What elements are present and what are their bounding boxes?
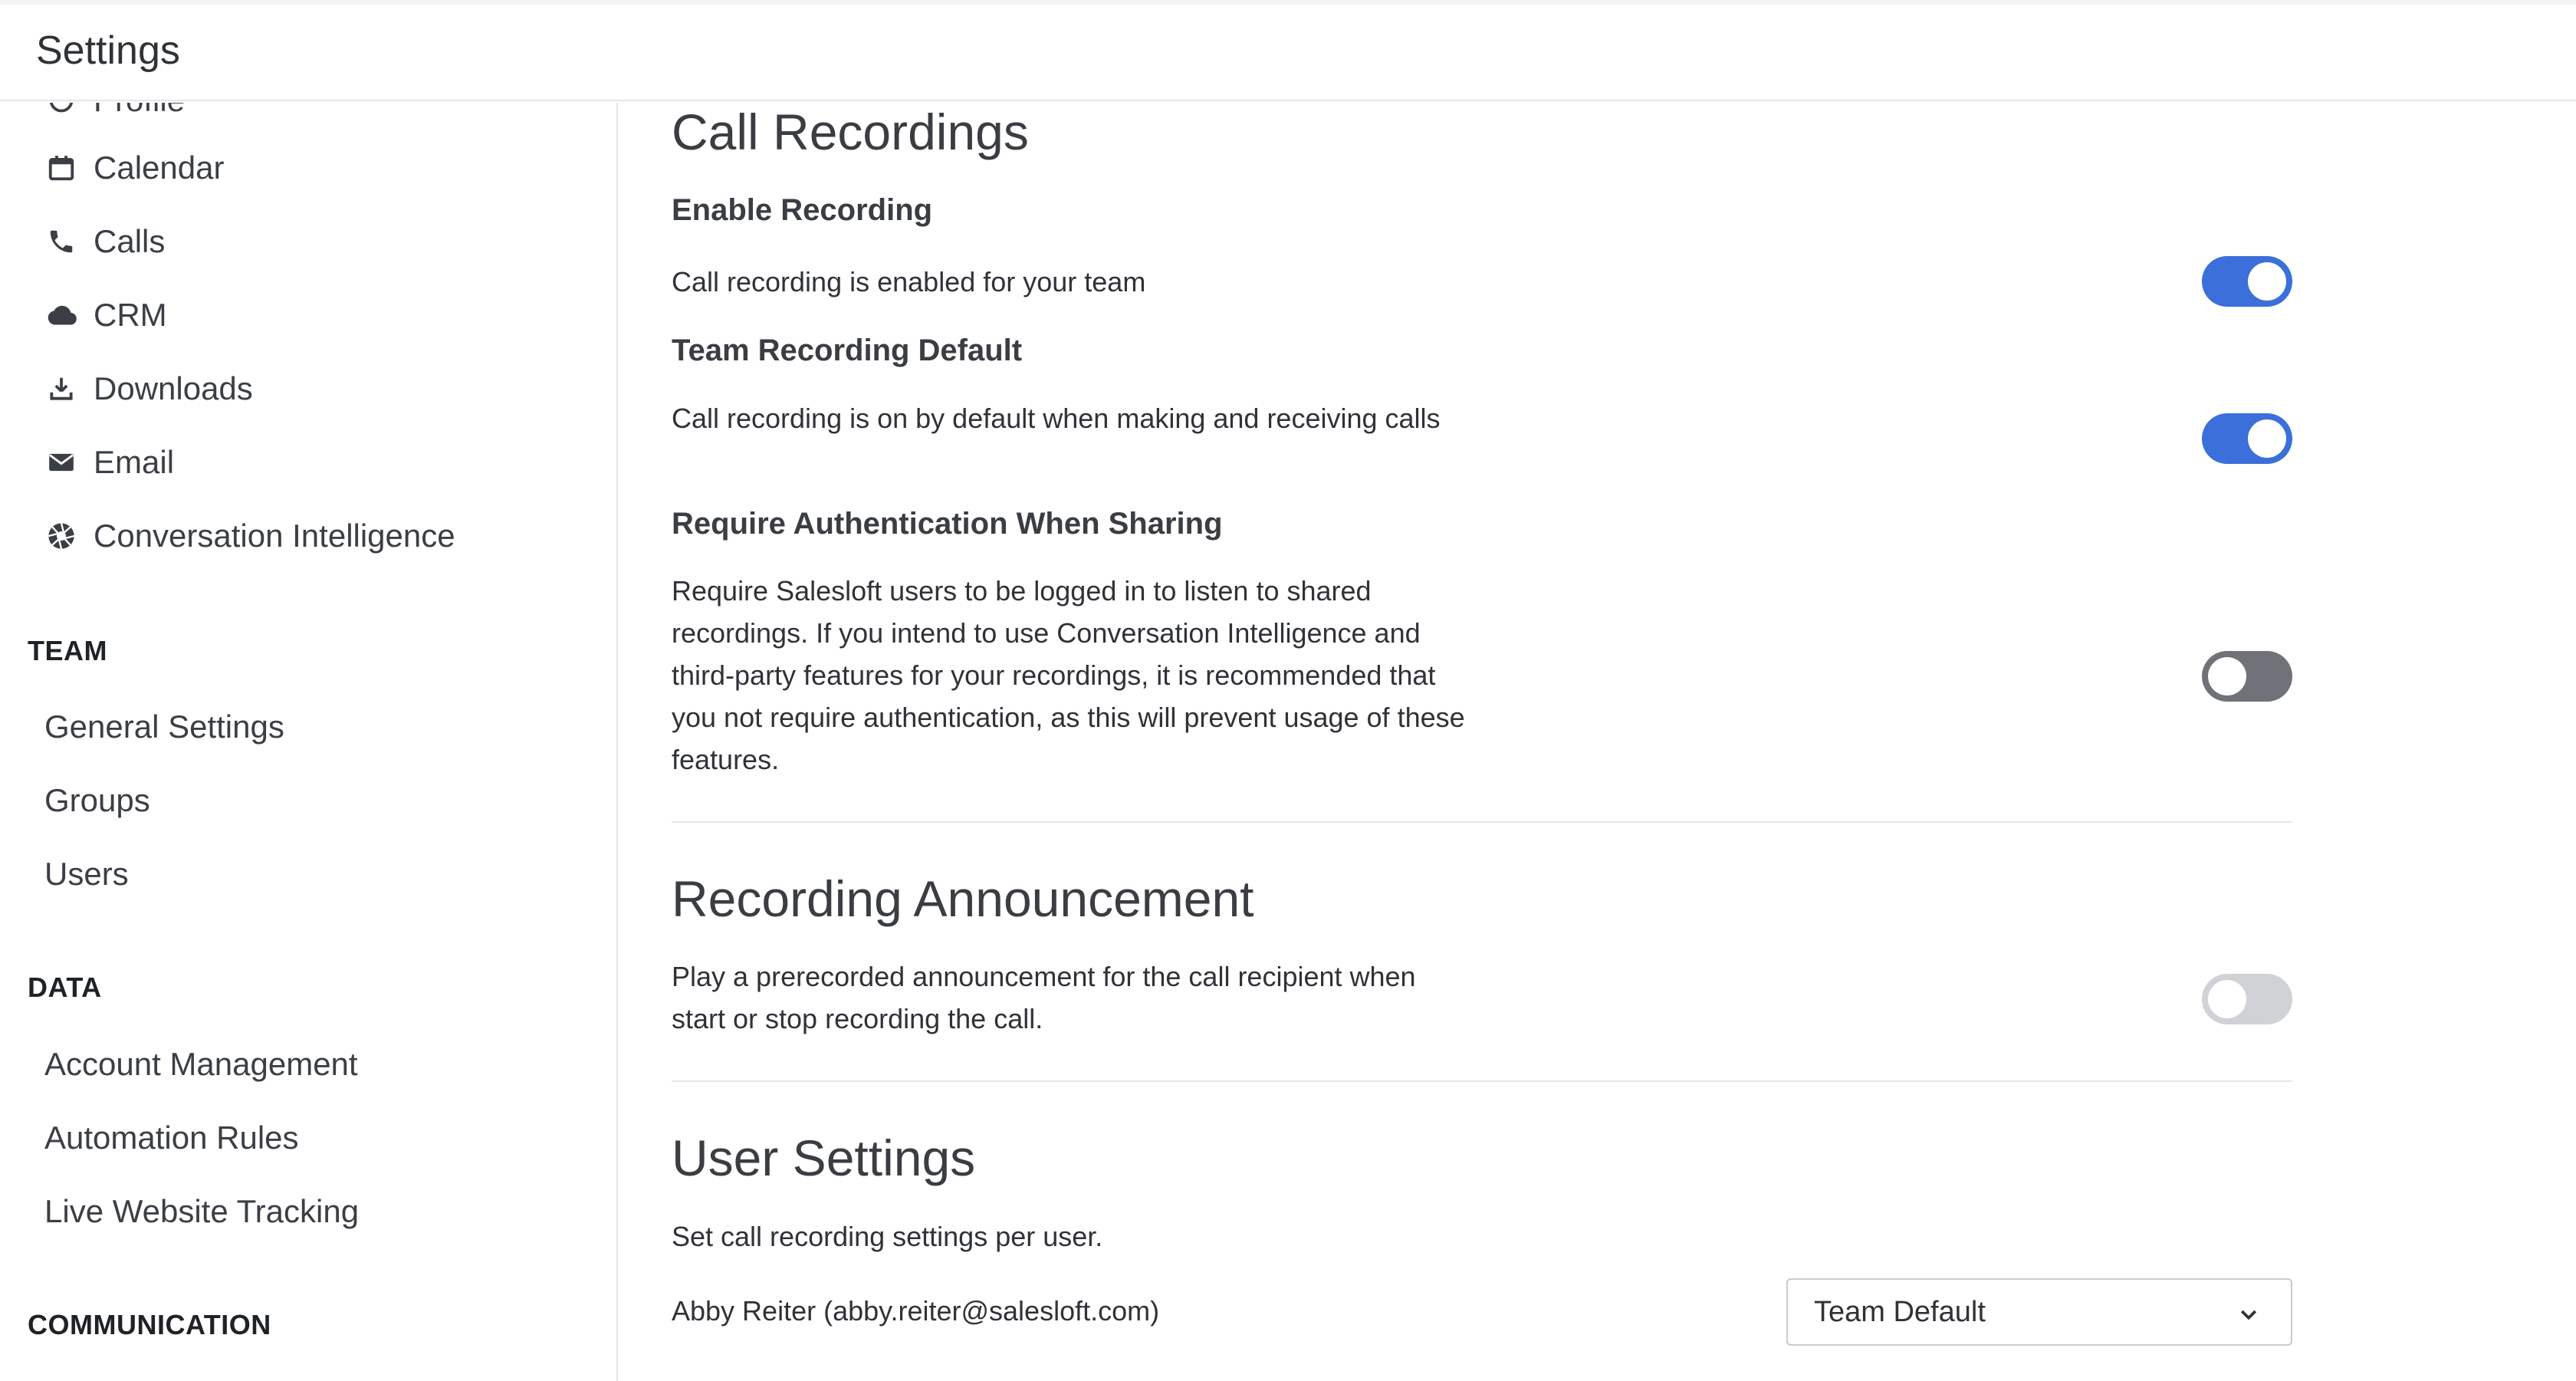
- sidebar-item-conversation-intelligence[interactable]: Conversation Intelligence: [44, 509, 455, 563]
- sidebar-item-users[interactable]: Users: [44, 847, 129, 901]
- team-recording-default-toggle[interactable]: [2202, 413, 2292, 464]
- setting-desc-enable-recording: Call recording is enabled for your team: [672, 266, 1146, 298]
- envelope-icon: [44, 446, 78, 479]
- sidebar-item-label: Calendar: [94, 150, 225, 186]
- enable-recording-toggle[interactable]: [2202, 256, 2292, 307]
- setting-title-enable-recording: Enable Recording: [672, 193, 933, 227]
- sidebar-heading-communication: COMMUNICATION: [28, 1309, 271, 1340]
- user-circle-icon: [44, 103, 78, 117]
- page-header: Settings: [0, 0, 2576, 101]
- sidebar-item-label: Profile: [94, 103, 185, 119]
- setting-desc-team-recording-default: Call recording is on by default when mak…: [672, 403, 1441, 434]
- section-divider: [672, 1080, 2292, 1082]
- sidebar-item-live-website-tracking[interactable]: Live Website Tracking: [44, 1185, 359, 1238]
- setting-desc-require-authentication: Require Salesloft users to be logged in …: [672, 575, 1465, 775]
- sidebar-item-label: Automation Rules: [44, 1120, 299, 1156]
- page-title: Settings: [36, 28, 180, 73]
- toggle-knob: [2208, 980, 2246, 1018]
- user-recording-setting-select[interactable]: Team Default: [1786, 1278, 2292, 1346]
- recording-announcement-toggle[interactable]: [2202, 974, 2292, 1024]
- sidebar-item-automation-rules[interactable]: Automation Rules: [44, 1111, 299, 1165]
- sidebar-heading-team: TEAM: [28, 635, 107, 666]
- setting-desc-recording-announcement: Play a prerecorded announcement for the …: [672, 961, 1416, 1034]
- sidebar-item-calendar[interactable]: Calendar: [44, 141, 224, 195]
- sidebar-item-label: Users: [44, 856, 129, 892]
- sidebar-item-label: Live Website Tracking: [44, 1193, 360, 1229]
- sidebar-item-crm[interactable]: CRM: [44, 288, 167, 342]
- sidebar-item-label: CRM: [94, 297, 167, 333]
- aperture-icon: [44, 519, 78, 553]
- sidebar-item-general-settings[interactable]: General Settings: [44, 700, 284, 754]
- sidebar-item-label: Conversation Intelligence: [94, 518, 455, 554]
- phone-icon: [44, 225, 78, 258]
- sidebar-item-label: Account Management: [44, 1046, 358, 1082]
- select-value: Team Default: [1814, 1295, 1986, 1328]
- setting-title-require-authentication: Require Authentication When Sharing: [672, 507, 1223, 541]
- user-row-name: Abby Reiter (abby.reiter@salesloft.com): [672, 1295, 1160, 1327]
- sidebar-heading-data: DATA: [28, 972, 102, 1003]
- sidebar-item-label: Downloads: [94, 370, 253, 406]
- chevron-down-icon: [2237, 1301, 2260, 1324]
- section-divider: [672, 821, 2292, 823]
- toggle-knob: [2208, 657, 2246, 695]
- sidebar-item-profile[interactable]: Profile: [44, 103, 185, 127]
- section-title-recording-announcement: Recording Announcement: [672, 870, 1254, 927]
- sidebar-item-account-management[interactable]: Account Management: [44, 1037, 358, 1091]
- sidebar-item-groups[interactable]: Groups: [44, 774, 150, 827]
- sidebar-item-label: General Settings: [44, 709, 284, 745]
- sidebar-item-email[interactable]: Email: [44, 436, 174, 489]
- cloud-icon: [44, 298, 78, 332]
- sidebar-item-downloads[interactable]: Downloads: [44, 362, 253, 416]
- toggle-knob: [2248, 262, 2286, 301]
- sidebar[interactable]: Profile Calendar Calls CRM Downloads Ema…: [0, 103, 618, 1381]
- section-title-call-recordings: Call Recordings: [672, 104, 1029, 160]
- sidebar-item-label: Calls: [94, 223, 166, 259]
- require-authentication-toggle[interactable]: [2202, 651, 2292, 702]
- section-title-user-settings: User Settings: [672, 1129, 976, 1186]
- sidebar-item-label: Email: [94, 444, 175, 480]
- download-icon: [44, 372, 78, 406]
- toggle-knob: [2248, 419, 2286, 458]
- sidebar-item-calls[interactable]: Calls: [44, 215, 165, 268]
- setting-desc-user-settings: Set call recording settings per user.: [672, 1221, 1103, 1252]
- main-content: Call Recordings Enable Recording Call re…: [672, 103, 2297, 1381]
- sidebar-item-label: Groups: [44, 782, 150, 818]
- calendar-icon: [44, 151, 78, 185]
- setting-title-team-recording-default: Team Recording Default: [672, 334, 1023, 367]
